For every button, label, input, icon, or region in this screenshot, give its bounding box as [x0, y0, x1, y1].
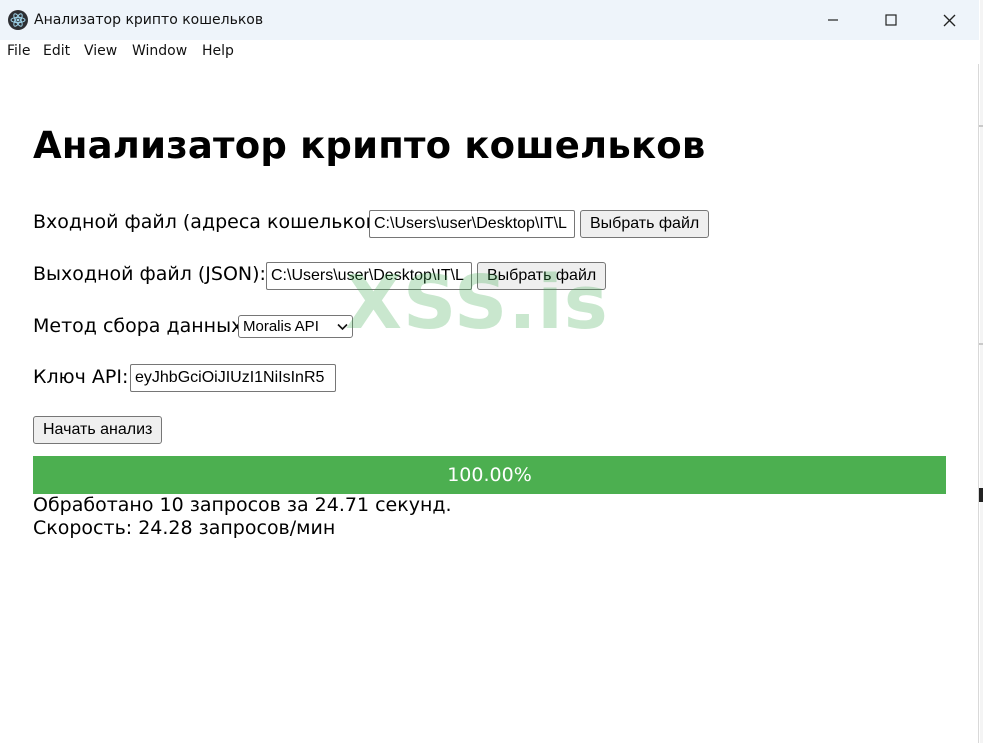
- api-key-label: Ключ API:: [33, 366, 129, 388]
- menu-help[interactable]: Help: [202, 43, 234, 59]
- menu-view[interactable]: View: [84, 43, 117, 59]
- title-bar[interactable]: Анализатор крипто кошельков: [0, 0, 979, 40]
- menu-edit[interactable]: Edit: [43, 43, 70, 59]
- processed-stats: Обработано 10 запросов за 24.71 секунд.: [33, 494, 452, 516]
- edge-mark: [979, 125, 983, 127]
- edge-mark: [979, 488, 983, 502]
- output-file-field[interactable]: C:\Users\user\Desktop\IT\L: [266, 262, 472, 290]
- chevron-down-icon: [337, 323, 348, 330]
- maximize-icon: [885, 14, 897, 26]
- method-label: Метод сбора данных:: [33, 315, 249, 337]
- output-file-label: Выходной файл (JSON):: [33, 263, 266, 285]
- page-title: Анализатор крипто кошельков: [33, 124, 706, 167]
- method-selected-value: Moralis API: [243, 318, 319, 335]
- minimize-icon: [828, 19, 838, 21]
- start-analysis-button[interactable]: Начать анализ: [33, 416, 163, 444]
- electron-app-icon: [8, 10, 28, 30]
- close-icon: [943, 14, 955, 26]
- api-key-field[interactable]: eyJhbGciOiJIUzI1NiIsInR5: [130, 364, 336, 392]
- menu-bar: File Edit View Window Help: [0, 40, 979, 64]
- menu-window[interactable]: Window: [132, 43, 187, 59]
- input-file-field[interactable]: C:\Users\user\Desktop\IT\L: [369, 210, 575, 238]
- method-select[interactable]: Moralis API: [238, 315, 353, 338]
- edge-mark: [979, 343, 983, 345]
- progress-bar: 100.00%: [33, 456, 946, 494]
- menu-file[interactable]: File: [7, 43, 30, 59]
- app-window: Анализатор крипто кошельков File Edit Vi…: [0, 0, 979, 743]
- maximize-button[interactable]: [868, 4, 914, 36]
- choose-input-file-button[interactable]: Выбрать файл: [580, 210, 710, 238]
- progress-label: 100.00%: [447, 464, 532, 486]
- close-button[interactable]: [926, 4, 972, 36]
- minimize-button[interactable]: [810, 4, 856, 36]
- choose-output-file-button[interactable]: Выбрать файл: [477, 262, 607, 290]
- speed-stats: Скорость: 24.28 запросов/мин: [33, 517, 336, 539]
- input-file-label: Входной файл (адреса кошельков):: [33, 211, 391, 233]
- window-title: Анализатор крипто кошельков: [34, 12, 264, 28]
